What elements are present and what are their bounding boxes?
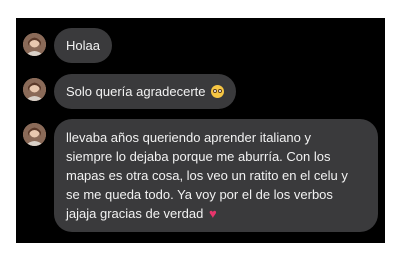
message-bubble[interactable]: llevaba años queriendo aprender italiano… [54, 119, 378, 232]
message-line: mapas es otra cosa, los veo un ratito en… [66, 168, 348, 183]
sender-avatar[interactable] [23, 33, 46, 56]
message-line: jajaja gracias de verdad [66, 206, 204, 221]
avatar-photo-icon [23, 78, 46, 101]
smiling-face-with-tear-icon [211, 85, 225, 98]
sender-avatar[interactable] [23, 123, 46, 146]
message-text: Holaa [66, 38, 100, 53]
message-line: se me queda todo. Ya voy por el de los v… [66, 187, 333, 202]
message-line: llevaba años queriendo aprender italiano… [66, 130, 312, 145]
avatar-photo-icon [23, 33, 46, 56]
pink-heart-icon: ♥ [208, 206, 217, 221]
message-bubble[interactable]: Solo quería agradecerte [54, 74, 237, 109]
chat-panel: Holaa Solo quería agradecerte llevaba añ… [16, 18, 385, 243]
message-line-last: jajaja gracias de verdad ♥ [66, 204, 366, 223]
message-text: Solo quería agradecerte [66, 84, 206, 99]
avatar-photo-icon [23, 123, 46, 146]
message-line: siempre lo dejaba porque me aburría. Con… [66, 149, 331, 164]
sender-avatar[interactable] [23, 78, 46, 101]
message-bubble[interactable]: Holaa [54, 28, 112, 63]
